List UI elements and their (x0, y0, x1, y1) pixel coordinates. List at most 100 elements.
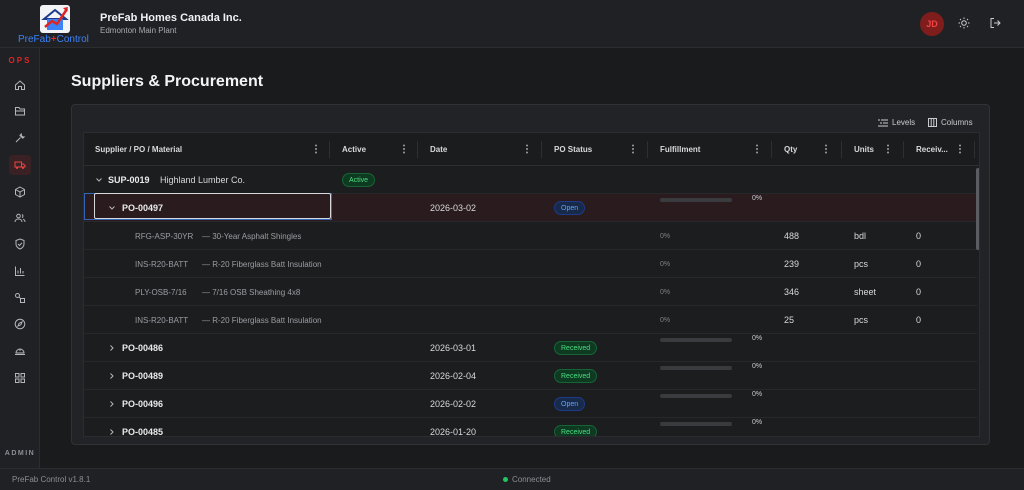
vertical-scrollbar[interactable] (976, 166, 979, 436)
po-date: 2026-02-04 (430, 371, 477, 381)
material-fulfillment: 0% (660, 316, 671, 324)
material-qty: 25 (784, 315, 795, 325)
po-id: PO-00489 (122, 371, 164, 381)
sidebar-item-sites[interactable] (0, 340, 40, 362)
fulfillment-bar (660, 198, 732, 202)
col-menu-icon[interactable] (823, 144, 829, 154)
col-menu-icon[interactable] (885, 144, 891, 154)
material-desc: — 7/16 OSB Sheathing 4x8 (202, 287, 301, 297)
scrollbar-thumb[interactable] (976, 168, 979, 250)
col-menu-icon[interactable] (754, 144, 760, 154)
fulfillment-pct: 0% (752, 419, 763, 426)
po-row[interactable]: PO-00489 2026-02-04 Received 0% (84, 362, 977, 390)
fulfillment-bar (660, 366, 732, 370)
levels-icon (878, 119, 888, 126)
po-status-badge: Open (554, 201, 586, 215)
po-row[interactable]: PO-00486 2026-03-01 Received 0% (84, 334, 977, 362)
chevron-down-icon[interactable] (95, 176, 103, 184)
sidebar-item-production[interactable] (0, 127, 40, 149)
chevron-right-icon[interactable] (108, 428, 116, 436)
col-header-supplier[interactable]: Supplier / PO / Material (95, 133, 182, 166)
plant-name: Edmonton Main Plant (100, 26, 177, 35)
app-logo[interactable]: PreFab+Control (14, 3, 94, 45)
material-received: 0 (916, 287, 922, 297)
po-id: PO-00485 (122, 427, 164, 437)
active-badge: Active (342, 173, 376, 187)
procurement-tree-grid: Supplier / PO / Material Active Date PO … (83, 132, 980, 437)
users-icon (14, 213, 26, 223)
material-desc: — R-20 Fiberglass Batt Insulation (202, 315, 322, 325)
cell-focus-border (94, 193, 331, 219)
col-header-fulfillment[interactable]: Fulfillment (660, 133, 700, 166)
material-received: 0 (916, 259, 922, 269)
material-row[interactable]: INS-R20-BATT — R-20 Fiberglass Batt Insu… (84, 306, 977, 334)
user-avatar[interactable]: JD (920, 12, 944, 36)
material-fulfillment: 0% (660, 232, 671, 240)
supplier-row[interactable]: SUP-0019 Highland Lumber Co. Active (84, 166, 977, 194)
col-menu-icon[interactable] (630, 144, 636, 154)
material-fulfillment: 0% (660, 288, 671, 296)
col-menu-icon[interactable] (401, 144, 407, 154)
grid-card: Levels Columns Supplier / PO / Material … (71, 104, 990, 445)
fulfillment-pct: 0% (752, 195, 763, 202)
compass-icon (14, 318, 26, 330)
material-row[interactable]: INS-R20-BATT — R-20 Fiberglass Batt Insu… (84, 250, 977, 278)
po-id: PO-00486 (122, 343, 164, 353)
home-icon (15, 80, 25, 90)
fulfillment-pct: 0% (752, 391, 763, 398)
material-row[interactable]: RFG-ASP-30YR — 30-Year Asphalt Shingles … (84, 222, 977, 250)
hard-hat-icon (15, 348, 25, 355)
material-units: bdl (854, 231, 867, 241)
chevron-right-icon[interactable] (108, 372, 116, 380)
columns-button[interactable]: Columns (928, 118, 973, 127)
col-header-po-status[interactable]: PO Status (554, 133, 592, 166)
material-sku: RFG-ASP-30YR (135, 231, 194, 241)
sidebar-item-logistics[interactable] (0, 313, 40, 335)
material-units: pcs (854, 315, 869, 325)
sidebar-item-home[interactable] (0, 74, 40, 96)
sidebar-item-reports[interactable] (0, 260, 40, 282)
theme-toggle-sun-icon[interactable] (957, 16, 971, 30)
col-menu-icon[interactable] (957, 144, 963, 154)
sidebar-item-workforce[interactable] (0, 207, 40, 229)
col-header-units[interactable]: Units (854, 133, 874, 166)
col-menu-icon[interactable] (313, 144, 319, 154)
po-row[interactable]: PO-00485 2026-01-20 Received 0% (84, 418, 977, 437)
logout-icon[interactable] (988, 16, 1002, 30)
col-header-active[interactable]: Active (342, 133, 366, 166)
col-header-qty[interactable]: Qty (784, 133, 797, 166)
col-header-date[interactable]: Date (430, 133, 447, 166)
material-qty: 346 (784, 287, 800, 297)
levels-button[interactable]: Levels (878, 118, 915, 127)
material-row[interactable]: PLY-OSB-7/16 — 7/16 OSB Sheathing 4x8 0%… (84, 278, 977, 306)
po-row[interactable]: PO-00496 2026-02-02 Open 0% (84, 390, 977, 418)
col-header-received[interactable]: Receiv... (916, 133, 948, 166)
supplier-name: Highland Lumber Co. (160, 175, 246, 185)
columns-label: Columns (941, 118, 973, 127)
supplier-id: SUP-0019 (108, 175, 150, 185)
page-title: Suppliers & Procurement (71, 73, 264, 90)
po-date: 2026-02-02 (430, 399, 477, 409)
sidebar-item-models[interactable] (0, 287, 40, 309)
po-status-badge: Received (554, 369, 598, 383)
levels-label: Levels (892, 118, 916, 127)
sidebar-item-quality[interactable] (0, 233, 40, 255)
sidebar-item-inventory[interactable] (0, 181, 40, 203)
fulfillment-bar (660, 338, 732, 342)
material-received: 0 (916, 315, 922, 325)
fulfillment-bar (660, 394, 732, 398)
sidebar-item-projects[interactable] (0, 100, 40, 122)
material-qty: 239 (784, 259, 800, 269)
chevron-right-icon[interactable] (108, 344, 116, 352)
po-status-badge: Open (554, 397, 586, 411)
sidebar: OPS ADMIN (0, 48, 40, 468)
shield-check-icon (15, 238, 25, 250)
sidebar-item-apps[interactable] (0, 367, 40, 389)
chevron-right-icon[interactable] (108, 400, 116, 408)
fulfillment-bar (660, 422, 732, 426)
sidebar-item-procurement[interactable] (0, 154, 40, 176)
po-id: PO-00496 (122, 399, 164, 409)
material-units: pcs (854, 259, 869, 269)
connection-status: Connected (503, 475, 551, 484)
col-menu-icon[interactable] (524, 144, 530, 154)
